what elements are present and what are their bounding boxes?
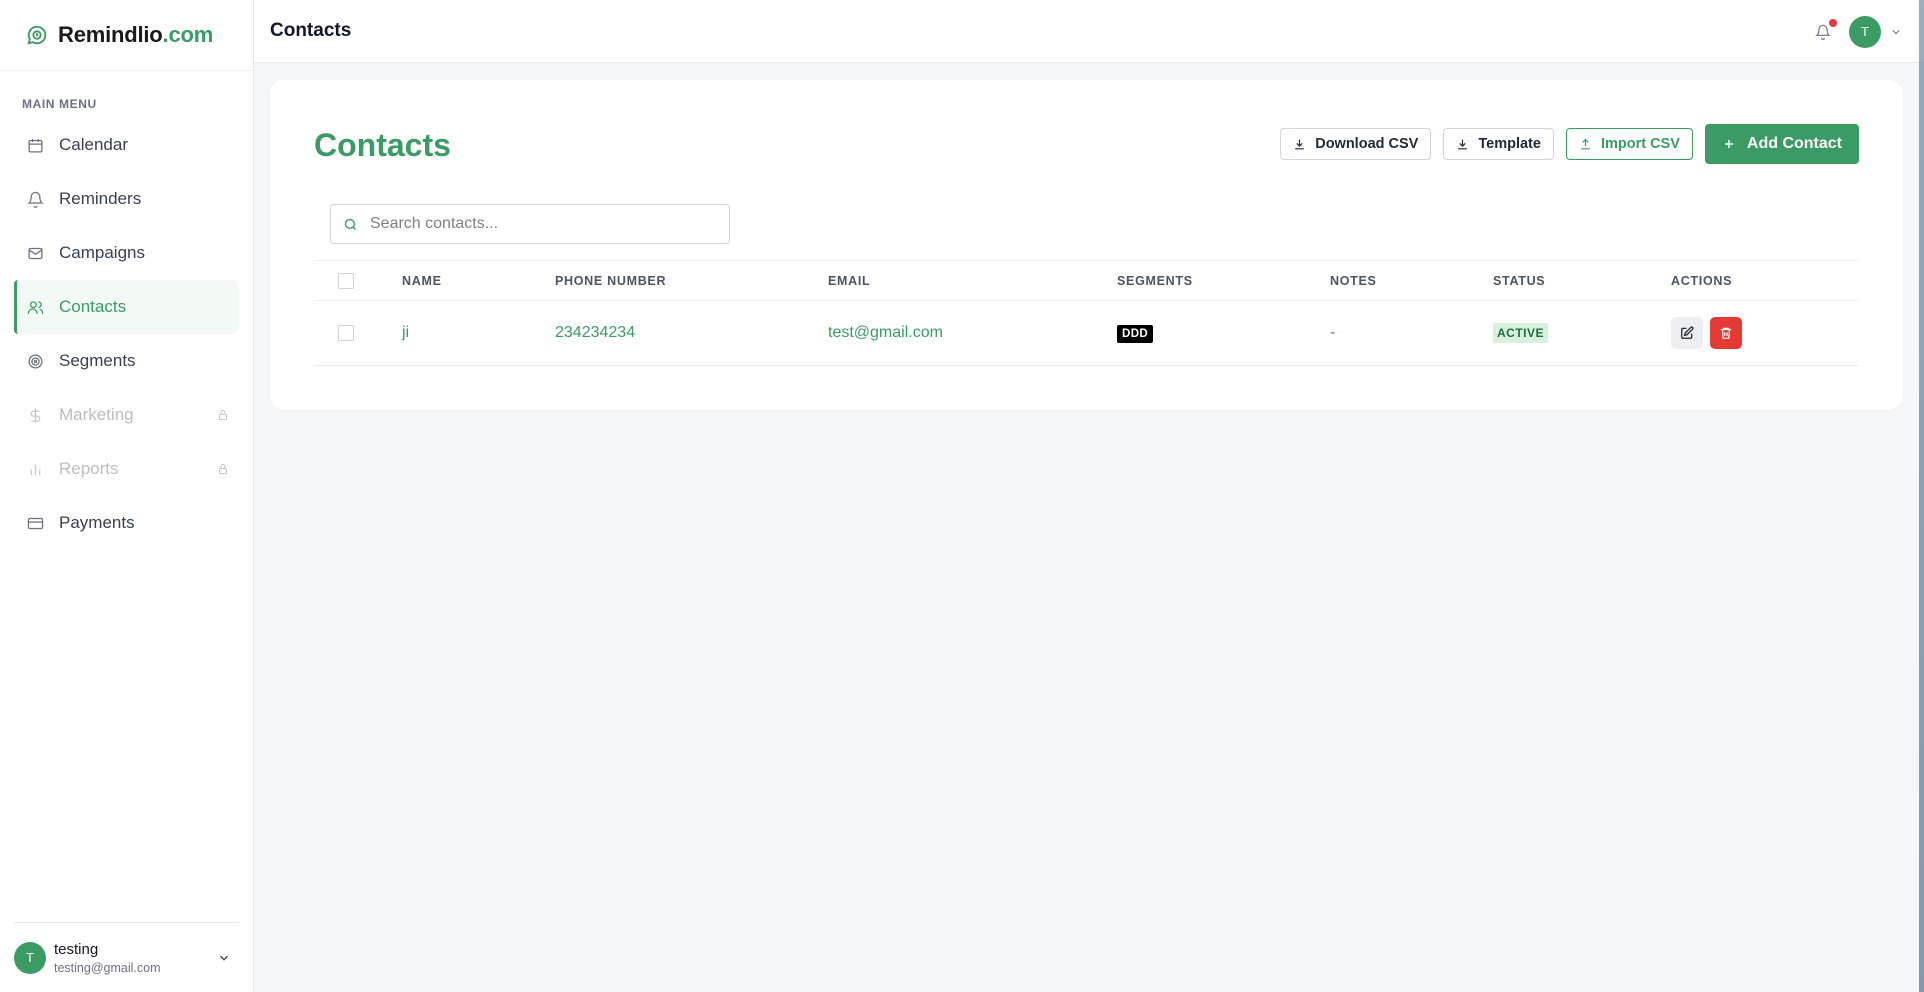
delete-contact-button[interactable] <box>1710 317 1742 349</box>
download-icon <box>1458 139 1468 149</box>
user-menu[interactable]: T testing testing@gmail.com <box>14 922 239 992</box>
lock-icon <box>219 410 227 420</box>
search-icon <box>344 218 356 230</box>
bell-icon <box>1815 24 1831 40</box>
column-header-email[interactable]: EMAIL <box>828 274 870 288</box>
mail-icon <box>26 244 44 262</box>
contact-notes: - <box>1330 324 1336 341</box>
contacts-card: Contacts Download CSV Template Import CS… <box>270 80 1903 410</box>
page-title: Contacts <box>270 20 352 41</box>
lock-icon <box>219 464 227 474</box>
sidebar-item-label: Reports <box>59 459 119 478</box>
contact-phone: 234234234 <box>555 324 636 341</box>
notifications-button[interactable] <box>1815 18 1837 40</box>
sidebar-item-label: Campaigns <box>59 243 145 262</box>
search-box <box>330 204 730 244</box>
template-label: Template <box>1478 136 1541 152</box>
row-checkbox[interactable] <box>338 325 354 341</box>
sidebar-item-label: Contacts <box>59 297 127 316</box>
sidebar-item-label: Calendar <box>59 135 128 154</box>
column-header-name[interactable]: NAME <box>402 274 442 288</box>
download-icon <box>1295 139 1305 149</box>
contact-email: test@gmail.com <box>828 324 943 341</box>
table-header: NAME PHONE NUMBER EMAIL SEGMENTS NOTES S… <box>314 260 1859 301</box>
contacts-heading: Contacts <box>314 127 451 163</box>
template-button[interactable]: Template <box>1443 128 1554 160</box>
contacts-table: NAME PHONE NUMBER EMAIL SEGMENTS NOTES S… <box>314 260 1859 366</box>
segment-badge: DDD <box>1117 325 1154 343</box>
column-header-actions: ACTIONS <box>1671 273 1733 288</box>
select-all-checkbox[interactable] <box>338 272 354 289</box>
import-csv-label: Import CSV <box>1600 136 1680 152</box>
table-row[interactable]: ji 234234234 test@gmail.com DDD - ACTIVE <box>314 301 1859 366</box>
column-header-segments[interactable]: SEGMENTS <box>1117 274 1193 288</box>
sidebar: Remindlio.com MAIN MENU Calendar Reminde… <box>0 0 254 992</box>
chevron-down-icon[interactable] <box>217 951 231 965</box>
column-header-notes[interactable]: NOTES <box>1330 274 1377 288</box>
sidebar-item-calendar[interactable]: Calendar <box>14 118 239 172</box>
bell-icon <box>26 190 44 208</box>
dollar-icon <box>26 406 44 424</box>
sidebar-item-segments[interactable]: Segments <box>14 334 239 388</box>
status-badge: ACTIVE <box>1493 323 1549 343</box>
contact-name[interactable]: ji <box>402 324 409 342</box>
upload-icon <box>1581 138 1590 149</box>
sidebar-item-payments[interactable]: Payments <box>14 496 239 550</box>
calendar-icon <box>26 136 44 154</box>
window-edge <box>1919 0 1924 992</box>
credit-card-icon <box>26 514 44 532</box>
sidebar-item-label: Marketing <box>59 405 134 424</box>
sidebar-item-reports[interactable]: Reports <box>14 442 239 496</box>
users-icon <box>26 298 44 316</box>
import-csv-button[interactable]: Import CSV <box>1565 128 1693 160</box>
brand[interactable]: Remindlio.com <box>0 0 253 71</box>
sidebar-item-contacts[interactable]: Contacts <box>14 280 239 334</box>
add-contact-label: Add Contact <box>1746 135 1842 152</box>
plus-icon <box>1724 139 1733 149</box>
user-name: testing <box>54 940 99 958</box>
user-email: testing@gmail.com <box>54 960 161 975</box>
sidebar-nav: Calendar Reminders Campaigns Contacts Se… <box>0 118 253 550</box>
sidebar-item-campaigns[interactable]: Campaigns <box>14 226 239 280</box>
status-cell: ACTIVE <box>1493 323 1549 343</box>
edit-contact-button[interactable] <box>1671 317 1703 349</box>
sidebar-item-reminders[interactable]: Reminders <box>14 172 239 226</box>
brand-name: Remindlio.com <box>58 22 214 47</box>
bar-chart-icon <box>26 460 44 478</box>
sidebar-item-label: Reminders <box>59 189 142 208</box>
avatar: T <box>14 941 46 974</box>
topbar-actions: T <box>1815 0 1902 63</box>
add-contact-button[interactable]: Add Contact <box>1704 124 1859 164</box>
column-header-phone[interactable]: PHONE NUMBER <box>555 274 666 288</box>
toolbar: Download CSV Template Import CSV Add Con… <box>1268 124 1859 164</box>
main-menu-heading: MAIN MENU <box>22 97 97 111</box>
chevron-down-icon[interactable] <box>1890 26 1902 38</box>
sidebar-item-label: Segments <box>59 351 136 370</box>
download-csv-button[interactable]: Download CSV <box>1280 128 1432 160</box>
topbar: Contacts T <box>254 0 1924 63</box>
sidebar-item-label: Payments <box>59 513 135 532</box>
profile-avatar[interactable]: T <box>1849 15 1881 48</box>
column-header-status[interactable]: STATUS <box>1493 274 1545 288</box>
segments-cell: DDD <box>1117 324 1154 343</box>
edit-icon <box>1681 326 1694 339</box>
target-icon <box>26 352 44 370</box>
notification-dot <box>1829 18 1837 27</box>
trash-icon <box>1720 327 1732 339</box>
sidebar-item-marketing[interactable]: Marketing <box>14 388 239 442</box>
search-input[interactable] <box>370 215 710 233</box>
download-csv-label: Download CSV <box>1315 136 1419 152</box>
brand-logo-icon <box>27 25 47 45</box>
user-info: testing testing@gmail.com <box>54 941 217 975</box>
